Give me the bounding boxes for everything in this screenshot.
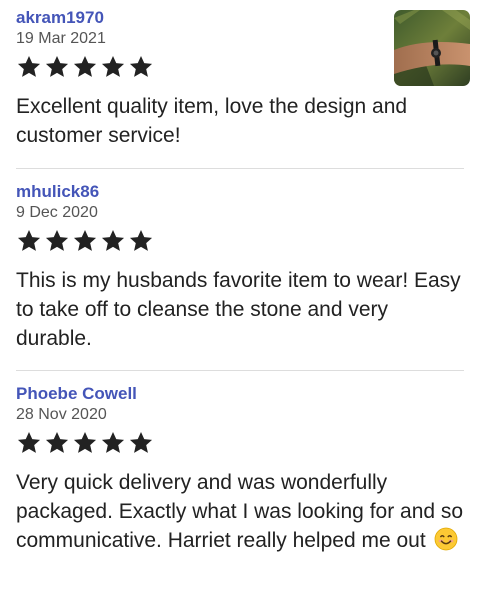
reviewer-username[interactable]: Phoebe Cowell: [16, 384, 464, 404]
star-icon: [100, 54, 126, 80]
star-icon: [128, 228, 154, 254]
review-divider: [16, 370, 464, 371]
star-icon: [44, 228, 70, 254]
review-text: This is my husbands favorite item to wea…: [16, 269, 461, 350]
star-icon: [16, 228, 42, 254]
review-item: mhulick86 9 Dec 2020 This is my husbands…: [16, 182, 464, 353]
star-icon: [100, 430, 126, 456]
star-icon: [16, 430, 42, 456]
review-text: Excellent quality item, love the design …: [16, 95, 408, 147]
star-icon: [16, 54, 42, 80]
review-item: Phoebe Cowell 28 Nov 2020 Very quick del…: [16, 384, 464, 555]
review-text-container: Very quick delivery and was wonderfully …: [16, 468, 464, 555]
reviews-list: akram1970 19 Mar 2021 Excellent quality …: [0, 0, 486, 600]
star-icon: [128, 54, 154, 80]
star-icon: [128, 430, 154, 456]
star-rating: [16, 228, 464, 258]
smiling-face-emoji-icon: [434, 527, 458, 551]
star-icon: [72, 54, 98, 80]
star-icon: [44, 430, 70, 456]
star-icon: [44, 54, 70, 80]
star-icon: [72, 430, 98, 456]
review-divider: [16, 168, 464, 169]
reviewer-username[interactable]: mhulick86: [16, 182, 464, 202]
review-date: 9 Dec 2020: [16, 204, 98, 221]
review-photo[interactable]: [394, 10, 470, 86]
star-icon: [100, 228, 126, 254]
star-rating: [16, 430, 464, 460]
star-icon: [72, 228, 98, 254]
review-date: 28 Nov 2020: [16, 406, 107, 423]
review-text: Very quick delivery and was wonderfully …: [16, 471, 464, 552]
